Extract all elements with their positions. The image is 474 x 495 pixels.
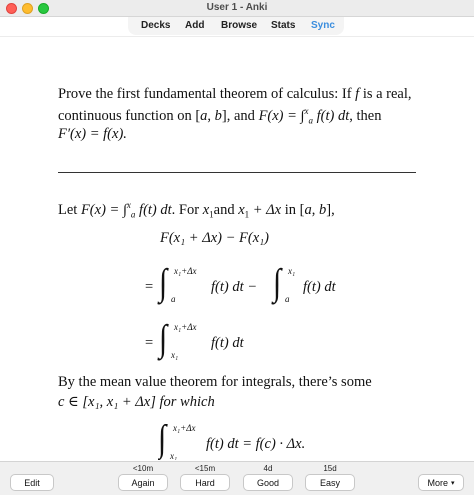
toolbar-browse-link[interactable]: Browse (221, 20, 257, 31)
question-answer-divider (58, 172, 416, 173)
question-line-3: F′(x) = f(x). (58, 126, 127, 142)
toolbar-decks-link[interactable]: Decks (141, 20, 170, 31)
equals-sign: = (145, 335, 154, 351)
toolbar-sync-link[interactable]: Sync (311, 20, 335, 31)
answer-line-let: Let F(x) = ∫xa f(t) dt. For x1and x1 + Δ… (58, 200, 420, 220)
answer-math: a (304, 201, 312, 218)
question-text: Prove the first fundamental theorem of c… (58, 86, 356, 102)
integral-sign: ∫ (159, 261, 168, 303)
integral-sign: ∫ (158, 424, 167, 459)
hard-button[interactable]: Hard (180, 474, 230, 491)
answer-text: Let (58, 201, 81, 218)
integral-upper-limit: x₁+Δx (174, 322, 197, 332)
good-button[interactable]: Good (243, 474, 293, 491)
integral-upper-limit: x₁ (288, 266, 296, 276)
answer-text: in [ (281, 201, 305, 218)
answer-math: f(t) dt − (211, 279, 258, 295)
answer-math: + Δx (249, 201, 282, 218)
integral-lower-limit: a (171, 294, 176, 304)
answer-mvt-line-2: c ∈ [x₁, x₁ + Δx] for which (58, 394, 215, 410)
edit-button[interactable]: Edit (10, 474, 54, 491)
toolbar-pill: Decks Add Browse Stats Sync (128, 17, 344, 35)
answer-math: f(t) dt (303, 279, 336, 295)
more-button-label: More (427, 477, 448, 488)
question-text: , then (349, 107, 382, 124)
integral-lower-limit: a (285, 294, 290, 304)
chevron-down-icon: ▾ (451, 479, 455, 487)
integral-upper-limit: x₁+Δx (174, 266, 197, 276)
question-math: (x) = ∫ (267, 107, 305, 124)
good-interval: 4d (263, 464, 273, 473)
equation-combined-integral: = ∫ x₁+Δx x₁ f(t) dt (145, 320, 265, 364)
again-button[interactable]: Again (118, 474, 168, 491)
again-interval: <10m (132, 464, 154, 473)
hard-interval: <15m (194, 464, 216, 473)
question-text: ], and (221, 107, 259, 124)
question-math: f(t) dt (313, 107, 350, 124)
answer-text: . For (171, 201, 203, 218)
answer-math: f(t) dt (211, 335, 244, 351)
easy-interval: 15d (323, 464, 337, 473)
question-line-1: Prove the first fundamental theorem of c… (58, 86, 420, 103)
equation-split-integrals: = ∫ x₁+Δx a f(t) dt − ∫ x₁ a f(t) dt (145, 264, 365, 308)
answer-text: ], (326, 201, 335, 218)
window-title-bar: User 1 - Anki (0, 0, 474, 17)
question-text: continuous function on [ (58, 107, 201, 124)
integral-lower-limit: x₁ (171, 350, 179, 360)
integral-sign: ∫ (273, 261, 282, 303)
answer-math: f(t) dt (135, 201, 172, 218)
question-text: is a real, (359, 86, 412, 102)
main-toolbar: Decks Add Browse Stats Sync (0, 17, 474, 37)
easy-button[interactable]: Easy (305, 474, 355, 491)
answer-math: F(x) = ∫ (80, 201, 127, 218)
answer-text: , (311, 201, 319, 218)
integral-sign: ∫ (159, 317, 168, 359)
question-math: b (214, 107, 222, 124)
answer-text: and (213, 201, 239, 218)
window-title: User 1 - Anki (206, 2, 268, 13)
equation-mean-value: ∫ x₁+Δx x₁ f(t) dt = f(c) · Δx. (158, 424, 358, 460)
toolbar-stats-link[interactable]: Stats (271, 20, 295, 31)
integral-upper-limit: x₁+Δx (173, 424, 196, 433)
integral-lower-limit: x₁ (170, 451, 178, 460)
answer-bar: Edit <10m Again <15m Hard 4d Good 15d Ea… (0, 461, 474, 495)
toolbar-add-link[interactable]: Add (185, 20, 204, 31)
equation-difference: F(x₁ + Δx) − F(x₁) (160, 230, 269, 246)
integral-upper-limit: x (304, 106, 309, 116)
answer-math: f(t) dt = f(c) · Δx. (206, 436, 306, 452)
integral-upper-limit: x (126, 200, 131, 210)
question-line-2: continuous function on [a, b], and F(x) … (58, 106, 420, 126)
equals-sign: = (145, 279, 154, 295)
more-button[interactable]: More ▾ (418, 474, 464, 491)
question-text: , (207, 107, 215, 124)
answer-mvt-line-1: By the mean value theorem for integrals,… (58, 374, 372, 390)
